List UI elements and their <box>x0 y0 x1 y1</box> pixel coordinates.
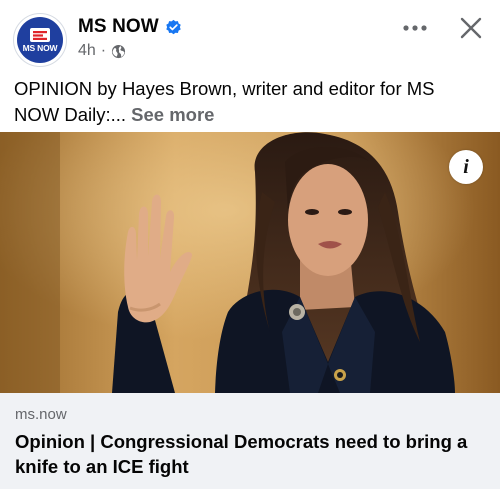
close-button[interactable] <box>454 12 488 44</box>
more-options-icon <box>403 25 427 31</box>
post-header: MS NOW MS NOW 4h · <box>0 0 500 72</box>
verified-badge-icon <box>166 19 181 34</box>
flag-logo-icon <box>30 28 50 42</box>
link-headline[interactable]: Opinion | Congressional Democrats need t… <box>15 429 490 479</box>
post-time[interactable]: 4h <box>78 42 96 60</box>
caption-text: OPINION by Hayes Brown, writer and edito… <box>14 78 435 125</box>
page-name-row: MS NOW <box>78 16 182 38</box>
avatar-text: MS NOW <box>22 43 58 53</box>
post-caption: OPINION by Hayes Brown, writer and edito… <box>14 76 484 128</box>
meta-separator: · <box>100 42 107 59</box>
more-options-button[interactable] <box>398 14 432 42</box>
info-button[interactable]: i <box>449 150 483 184</box>
see-more-link[interactable]: See more <box>131 104 214 125</box>
link-domain: ms.now <box>15 406 67 423</box>
news-photo <box>0 132 500 393</box>
link-preview-box[interactable]: ms.now Opinion | Congressional Democrats… <box>0 393 500 489</box>
post-meta: 4h · <box>78 42 126 60</box>
page-name[interactable]: MS NOW <box>78 16 159 38</box>
close-icon <box>460 17 482 39</box>
info-icon: i <box>463 155 469 178</box>
avatar[interactable]: MS NOW <box>13 13 67 67</box>
globe-icon <box>112 44 126 58</box>
avatar-badge: MS NOW <box>17 17 63 63</box>
link-preview-image[interactable] <box>0 132 500 393</box>
